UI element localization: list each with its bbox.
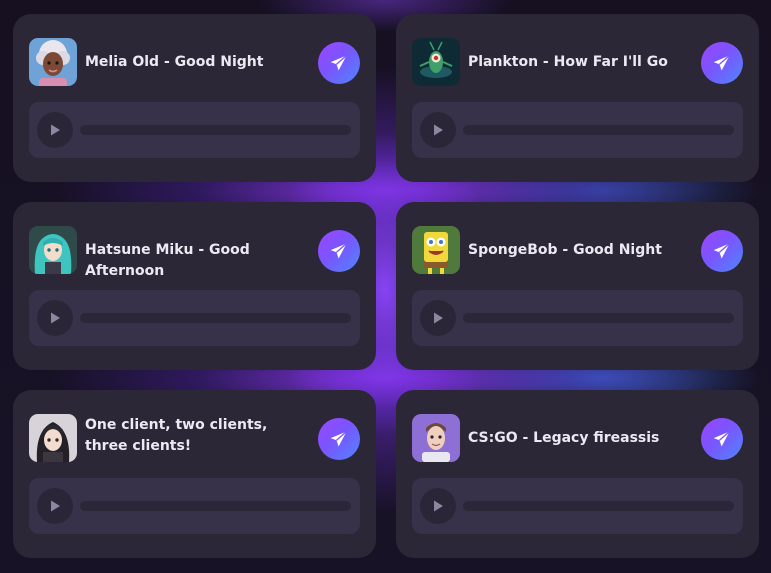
- progress-track[interactable]: [80, 125, 351, 135]
- anime-girl-avatar-icon: [29, 414, 77, 462]
- paper-plane-icon: [713, 430, 730, 447]
- audio-player: [29, 478, 360, 534]
- miku-avatar-icon: [29, 226, 77, 274]
- send-button[interactable]: [318, 230, 360, 272]
- progress-track[interactable]: [80, 501, 351, 511]
- man-avatar-icon: [412, 414, 460, 462]
- progress-track[interactable]: [463, 125, 734, 135]
- audio-player: [29, 290, 360, 346]
- voice-title: Plankton - How Far I'll Go: [468, 54, 668, 70]
- play-button[interactable]: [37, 112, 73, 148]
- old-woman-avatar-icon: [29, 38, 77, 86]
- play-button[interactable]: [37, 300, 73, 336]
- play-icon: [51, 124, 60, 136]
- paper-plane-icon: [713, 54, 730, 71]
- voice-title: CS:GO - Legacy fireassis: [468, 430, 660, 446]
- progress-track[interactable]: [463, 313, 734, 323]
- paper-plane-icon: [330, 54, 347, 71]
- send-button[interactable]: [701, 42, 743, 84]
- voice-title: SpongeBob - Good Night: [468, 242, 662, 258]
- send-button[interactable]: [701, 230, 743, 272]
- plankton-avatar-icon: [412, 38, 460, 86]
- voice-card-csgo: CS:GO - Legacy fireassis: [396, 390, 759, 558]
- play-button[interactable]: [37, 488, 73, 524]
- play-icon: [434, 312, 443, 324]
- progress-track[interactable]: [80, 313, 351, 323]
- paper-plane-icon: [330, 242, 347, 259]
- audio-player: [412, 478, 743, 534]
- send-button[interactable]: [318, 42, 360, 84]
- paper-plane-icon: [713, 242, 730, 259]
- send-button[interactable]: [318, 418, 360, 460]
- play-button[interactable]: [420, 300, 456, 336]
- play-button[interactable]: [420, 488, 456, 524]
- audio-player: [412, 102, 743, 158]
- voice-title: One client, two clients, three clients!: [85, 417, 268, 454]
- voice-card-plankton: Plankton - How Far I'll Go: [396, 14, 759, 182]
- voice-card-hatsune-miku: Hatsune Miku - Good Afternoon: [13, 202, 376, 370]
- play-icon: [51, 312, 60, 324]
- paper-plane-icon: [330, 430, 347, 447]
- progress-track[interactable]: [463, 501, 734, 511]
- voice-card-melia-old: Melia Old - Good Night: [13, 14, 376, 182]
- voice-card-spongebob: SpongeBob - Good Night: [396, 202, 759, 370]
- play-button[interactable]: [420, 112, 456, 148]
- play-icon: [434, 124, 443, 136]
- play-icon: [434, 500, 443, 512]
- play-icon: [51, 500, 60, 512]
- voice-title: Melia Old - Good Night: [85, 54, 264, 70]
- send-button[interactable]: [701, 418, 743, 460]
- spongebob-avatar-icon: [412, 226, 460, 274]
- voice-title: Hatsune Miku - Good Afternoon: [85, 242, 250, 279]
- audio-player: [29, 102, 360, 158]
- voice-card-one-client: One client, two clients, three clients!: [13, 390, 376, 558]
- audio-player: [412, 290, 743, 346]
